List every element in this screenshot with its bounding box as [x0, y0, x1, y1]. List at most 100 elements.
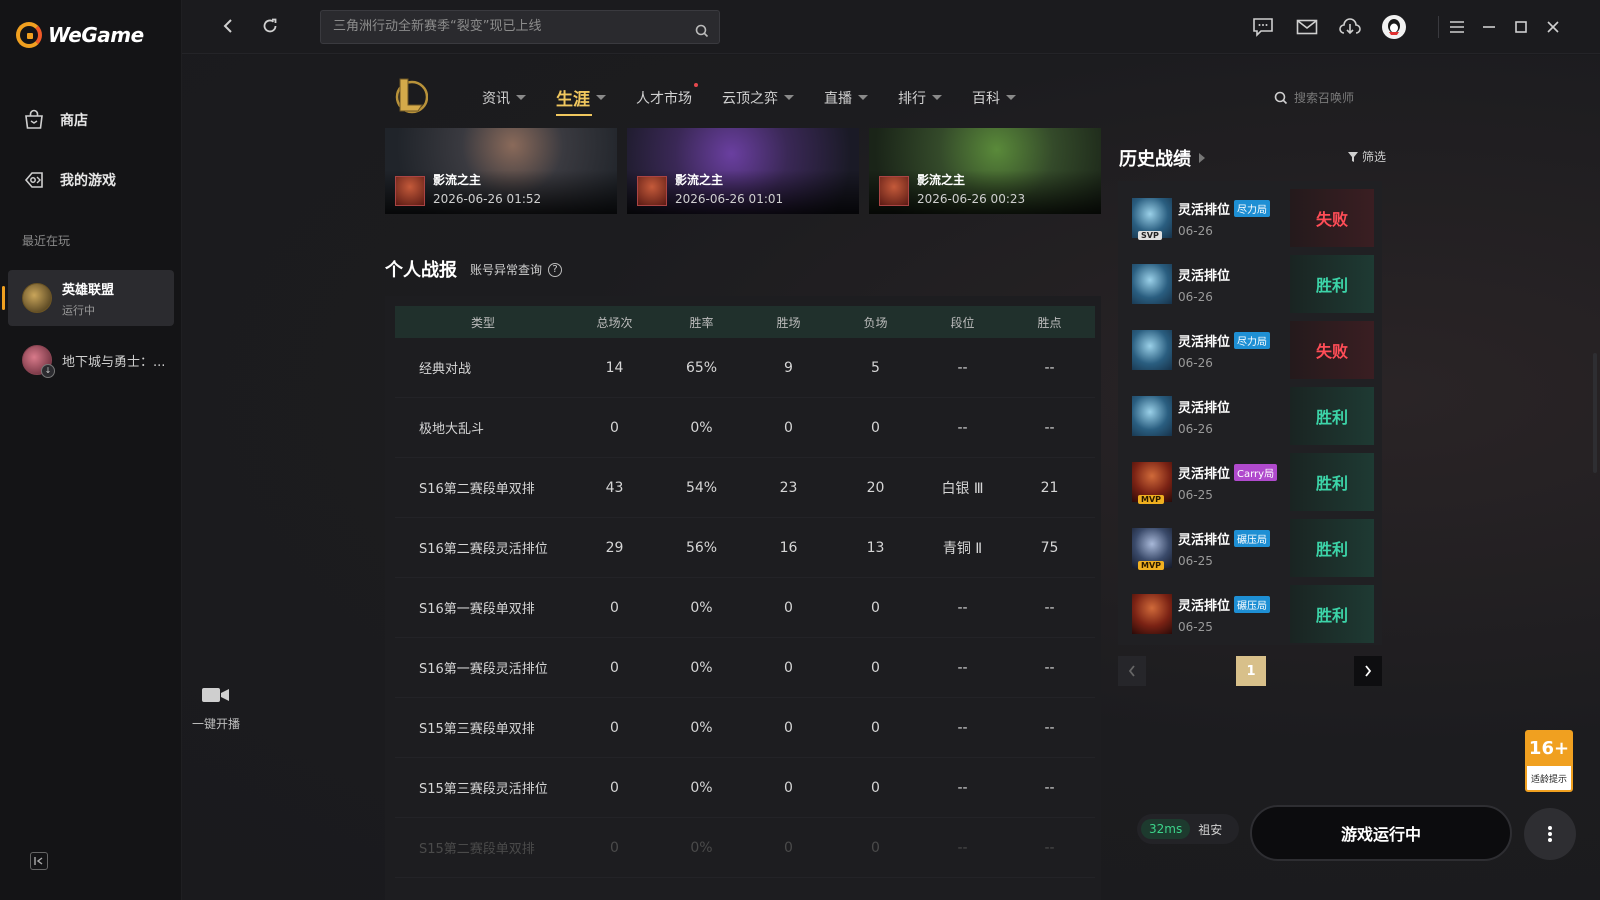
match-result: 胜利	[1290, 255, 1374, 313]
collapse-sidebar-button[interactable]	[30, 852, 48, 870]
champion-avatar: MVP	[1132, 462, 1172, 504]
table-cell: 0	[784, 839, 793, 856]
match-history-item[interactable]: MVP 灵活排位 Carry局 06-25 胜利	[1126, 453, 1374, 511]
match-date: 06-26	[1178, 223, 1213, 238]
champion-avatar	[1132, 330, 1172, 370]
highlight-card[interactable]: 影流之主 2026-06-26 01:52	[385, 128, 617, 214]
prev-page-button[interactable]	[1118, 656, 1146, 686]
filter-label: 筛选	[1362, 150, 1387, 164]
wegame-logo-icon	[16, 22, 42, 48]
my-games-icon	[22, 168, 46, 192]
tab-career[interactable]: 生涯	[556, 85, 606, 116]
one-click-stream-button[interactable]: 一键开播	[190, 685, 242, 732]
match-mode: 灵活排位	[1178, 532, 1231, 548]
sidebar-item-label: 我的游戏	[60, 173, 116, 189]
lol-logo-icon[interactable]	[392, 75, 429, 115]
filter-button[interactable]: 筛选	[1348, 148, 1386, 165]
champion-avatar	[1132, 396, 1172, 436]
tab-news[interactable]: 资讯	[482, 85, 526, 110]
table-cell: 0%	[690, 419, 713, 436]
download-manager-button[interactable]	[1337, 14, 1363, 40]
tab-label: 云顶之弈	[722, 90, 778, 107]
tab-tft[interactable]: 云顶之弈	[722, 85, 794, 110]
table-cell: 9	[784, 359, 793, 376]
scrollbar[interactable]	[1593, 353, 1597, 473]
table-header: 类型 总场次 胜率 胜场 负场 段位 胜点	[395, 306, 1095, 338]
back-button[interactable]	[216, 14, 240, 38]
table-cell: 54%	[685, 479, 718, 496]
recent-game-lol[interactable]: 英雄联盟 运行中	[2, 270, 174, 326]
chevron-left-icon	[1128, 665, 1135, 677]
highlight-time: 2026-06-26 01:52	[433, 192, 542, 206]
user-avatar[interactable]	[1381, 14, 1407, 40]
match-history-title[interactable]: 历史战绩	[1119, 145, 1205, 171]
table-cell: 0	[784, 419, 793, 436]
table-cell: 23	[779, 479, 798, 496]
mail-button[interactable]	[1294, 14, 1320, 40]
lol-game-icon	[22, 283, 52, 313]
next-page-button[interactable]	[1354, 656, 1382, 686]
table-cell: --	[1044, 659, 1055, 676]
wegame-logo[interactable]: WeGame	[16, 22, 144, 48]
tab-ranking[interactable]: 排行	[898, 85, 942, 110]
account-anomaly-link[interactable]: 账号异常查询 ?	[470, 261, 563, 278]
match-history-item[interactable]: MVP 灵活排位 碾压局 06-25 胜利	[1126, 519, 1374, 577]
close-icon	[1547, 21, 1559, 33]
minimize-button[interactable]	[1476, 14, 1502, 40]
back-icon	[223, 19, 232, 33]
sidebar: WeGame 商店 我的游戏 最近在玩 英雄联盟 运行中 ↓ 地下城与勇士：..…	[0, 0, 182, 900]
summoner-search-input[interactable]: 搜索召唤师	[1274, 89, 1354, 106]
sidebar-item-label: 商店	[60, 113, 88, 129]
collapse-icon	[34, 857, 43, 865]
match-history-item[interactable]: SVP 灵活排位 尽力局 06-26 失败	[1126, 189, 1374, 247]
page-number[interactable]: 1	[1236, 656, 1266, 686]
sidebar-item-store[interactable]: 商店	[22, 108, 88, 132]
refresh-button[interactable]	[258, 14, 282, 38]
chevron-down-icon	[596, 95, 606, 100]
search-icon[interactable]	[695, 19, 709, 51]
chat-icon	[1253, 18, 1273, 37]
match-date: 06-25	[1178, 553, 1213, 568]
match-history-item[interactable]: 灵活排位 碾压局 06-25 胜利	[1126, 585, 1374, 643]
match-tag: 碾压局	[1234, 595, 1271, 613]
match-date: 06-26	[1178, 355, 1213, 370]
tab-talent-market[interactable]: 人才市场	[636, 83, 698, 110]
server-status[interactable]: 32ms 祖安	[1137, 814, 1239, 844]
table-cell: 0	[610, 839, 619, 856]
match-result: 胜利	[1290, 387, 1374, 445]
match-history-item[interactable]: 灵活排位 尽力局 06-26 失败	[1126, 321, 1374, 379]
match-date: 06-26	[1178, 289, 1213, 304]
tab-wiki[interactable]: 百科	[972, 85, 1016, 110]
column-header: 段位	[950, 315, 975, 330]
stream-label: 一键开播	[191, 717, 240, 731]
more-options-button[interactable]	[1524, 808, 1576, 860]
highlight-title: 影流之主	[675, 173, 724, 187]
table-cell: --	[957, 839, 968, 856]
global-search-input[interactable]: 三角洲行动全新赛季“裂变”现已上线	[320, 10, 720, 44]
game-running-button[interactable]: 游戏运行中	[1250, 805, 1512, 861]
personal-stats-title: 个人战报	[385, 260, 457, 281]
match-history-item[interactable]: 灵活排位 06-26 胜利	[1126, 255, 1374, 313]
chevron-down-icon	[932, 95, 942, 100]
champion-avatar	[879, 176, 909, 206]
tab-live[interactable]: 直播	[824, 85, 868, 110]
highlight-card[interactable]: 影流之主 2026-06-26 00:23	[869, 128, 1101, 214]
recent-game-dnf[interactable]: ↓ 地下城与勇士：...	[8, 332, 174, 388]
help-icon[interactable]: ?	[548, 262, 563, 277]
match-result: 胜利	[1290, 585, 1374, 643]
match-history-list: SVP 灵活排位 尽力局 06-26 失败 灵活排位 06-26 胜利 灵活排位 尽力局 06-26…	[1118, 181, 1382, 645]
chat-button[interactable]	[1250, 14, 1276, 40]
highlight-card[interactable]: 影流之主 2026-06-26 01:01	[627, 128, 859, 214]
maximize-button[interactable]	[1508, 14, 1534, 40]
champion-avatar	[395, 176, 425, 206]
table-cell: --	[1044, 779, 1055, 796]
menu-button[interactable]	[1444, 14, 1470, 40]
menu-icon	[1450, 21, 1464, 33]
close-button[interactable]	[1540, 14, 1566, 40]
match-history-label: 历史战绩	[1119, 149, 1191, 170]
match-history-item[interactable]: 灵活排位 06-26 胜利	[1126, 387, 1374, 445]
sidebar-item-my-games[interactable]: 我的游戏	[22, 168, 116, 192]
match-mode: 灵活排位	[1178, 334, 1231, 350]
table-cell: 75	[1040, 539, 1059, 556]
table-cell: --	[957, 359, 968, 376]
